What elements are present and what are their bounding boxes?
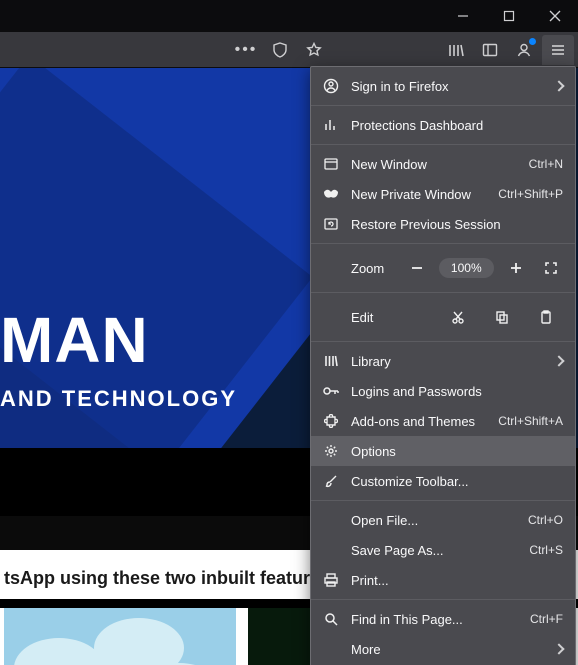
account-icon[interactable] bbox=[508, 35, 540, 65]
menu-sign-in[interactable]: Sign in to Firefox bbox=[311, 71, 575, 101]
menu-save-page[interactable]: Save Page As... Ctrl+S bbox=[311, 535, 575, 565]
maximize-button[interactable] bbox=[486, 0, 532, 32]
bookmark-star-icon[interactable] bbox=[298, 35, 330, 65]
menu-protections[interactable]: Protections Dashboard bbox=[311, 110, 575, 140]
window-titlebar bbox=[0, 0, 578, 32]
menu-print[interactable]: Print... bbox=[311, 565, 575, 595]
menu-edit-row: Edit bbox=[311, 297, 575, 337]
menu-label: Open File... bbox=[351, 513, 516, 528]
window-icon bbox=[323, 156, 339, 172]
menu-label: Protections Dashboard bbox=[351, 118, 563, 133]
paste-button[interactable] bbox=[529, 303, 563, 331]
zoom-out-button[interactable] bbox=[404, 254, 429, 282]
menu-more[interactable]: More bbox=[311, 634, 575, 664]
menu-zoom-row: Zoom 100% bbox=[311, 248, 575, 288]
search-icon bbox=[323, 611, 339, 627]
menu-label: New Private Window bbox=[351, 187, 486, 202]
restore-icon bbox=[323, 216, 339, 232]
menu-private-window[interactable]: New Private Window Ctrl+Shift+P bbox=[311, 179, 575, 209]
app-menu: Sign in to Firefox Protections Dashboard… bbox=[310, 66, 576, 665]
tracking-protection-icon[interactable] bbox=[264, 35, 296, 65]
menu-accel: Ctrl+S bbox=[529, 543, 563, 557]
library-icon bbox=[323, 353, 339, 369]
blank-icon bbox=[323, 512, 339, 528]
account-circle-icon bbox=[323, 78, 339, 94]
menu-new-window[interactable]: New Window Ctrl+N bbox=[311, 149, 575, 179]
menu-open-file[interactable]: Open File... Ctrl+O bbox=[311, 505, 575, 535]
browser-toolbar: ••• bbox=[0, 32, 578, 68]
dashboard-icon bbox=[323, 117, 339, 133]
notification-dot-icon bbox=[529, 38, 536, 45]
menu-label: Save Page As... bbox=[351, 543, 517, 558]
library-icon[interactable] bbox=[440, 35, 472, 65]
puzzle-icon bbox=[323, 413, 339, 429]
menu-label: Find in This Page... bbox=[351, 612, 518, 627]
menu-accel: Ctrl+Shift+A bbox=[498, 414, 563, 428]
menu-accel: Ctrl+O bbox=[528, 513, 563, 527]
zoom-in-button[interactable] bbox=[504, 254, 529, 282]
menu-library[interactable]: Library bbox=[311, 346, 575, 376]
menu-label: Options bbox=[351, 444, 563, 459]
key-icon bbox=[323, 383, 339, 399]
edit-label: Edit bbox=[323, 310, 373, 325]
menu-label: Logins and Passwords bbox=[351, 384, 563, 399]
menu-restore-session[interactable]: Restore Previous Session bbox=[311, 209, 575, 239]
menu-label: Customize Toolbar... bbox=[351, 474, 563, 489]
print-icon bbox=[323, 572, 339, 588]
menu-accel: Ctrl+N bbox=[529, 157, 563, 171]
menu-label: New Window bbox=[351, 157, 517, 172]
page-actions-icon[interactable]: ••• bbox=[230, 35, 262, 65]
gear-icon bbox=[323, 443, 339, 459]
menu-accel: Ctrl+F bbox=[530, 612, 563, 626]
sidebar-icon[interactable] bbox=[474, 35, 506, 65]
menu-label: Add-ons and Themes bbox=[351, 414, 486, 429]
close-button[interactable] bbox=[532, 0, 578, 32]
minimize-button[interactable] bbox=[440, 0, 486, 32]
menu-label: Sign in to Firefox bbox=[351, 79, 563, 94]
blank-icon bbox=[323, 641, 339, 657]
menu-label: More bbox=[351, 642, 563, 657]
menu-label: Library bbox=[351, 354, 563, 369]
menu-customize[interactable]: Customize Toolbar... bbox=[311, 466, 575, 496]
cut-button[interactable] bbox=[441, 303, 475, 331]
menu-addons[interactable]: Add-ons and Themes Ctrl+Shift+A bbox=[311, 406, 575, 436]
fullscreen-button[interactable] bbox=[538, 254, 563, 282]
hero-subtitle: AND TECHNOLOGY bbox=[0, 386, 237, 412]
zoom-label: Zoom bbox=[323, 261, 384, 276]
menu-label: Print... bbox=[351, 573, 563, 588]
menu-accel: Ctrl+Shift+P bbox=[498, 187, 563, 201]
article-thumbnail[interactable] bbox=[4, 608, 236, 665]
blank-icon bbox=[323, 542, 339, 558]
menu-options[interactable]: Options bbox=[311, 436, 575, 466]
menu-label: Restore Previous Session bbox=[351, 217, 563, 232]
menu-logins[interactable]: Logins and Passwords bbox=[311, 376, 575, 406]
zoom-reset-button[interactable]: 100% bbox=[439, 258, 494, 278]
hero-title: MAN bbox=[0, 308, 237, 372]
copy-button[interactable] bbox=[485, 303, 519, 331]
menu-find[interactable]: Find in This Page... Ctrl+F bbox=[311, 604, 575, 634]
mask-icon bbox=[323, 186, 339, 202]
paintbrush-icon bbox=[323, 473, 339, 489]
